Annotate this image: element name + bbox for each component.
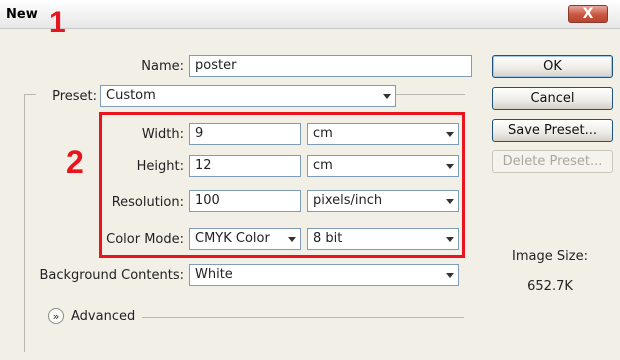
advanced-label[interactable]: Advanced [71, 309, 135, 325]
ok-button[interactable]: OK [492, 55, 613, 78]
chevron-down-icon [446, 273, 454, 278]
image-size-value: 652.7K [527, 279, 573, 294]
highlight-box [99, 112, 465, 258]
delete-preset-button: Delete Preset... [492, 150, 613, 173]
annotation-number-2: 2 [66, 144, 84, 180]
preset-value: Custom [106, 88, 156, 103]
name-label: Name: [141, 59, 184, 74]
preset-dropdown[interactable]: Custom [100, 85, 396, 107]
dialog-title: New [6, 7, 38, 22]
advanced-divider [142, 317, 464, 318]
save-preset-button[interactable]: Save Preset... [492, 119, 613, 142]
title-bar: New X [0, 0, 620, 29]
cancel-button[interactable]: Cancel [492, 87, 613, 110]
background-contents-value: White [195, 267, 233, 282]
preset-label: Preset: [36, 89, 100, 105]
background-contents-dropdown[interactable]: White [189, 264, 459, 286]
image-size-label: Image Size: [512, 249, 588, 264]
close-icon: X [582, 6, 594, 22]
name-input[interactable]: poster [189, 55, 472, 77]
double-chevron-down-icon: » [52, 310, 60, 323]
advanced-toggle[interactable]: » [48, 308, 64, 324]
chevron-down-icon [383, 94, 391, 99]
close-button[interactable]: X [568, 5, 608, 23]
annotation-number-1: 1 [49, 6, 66, 39]
new-document-dialog: New X 1 Name: poster Preset: Custom Widt… [0, 0, 620, 360]
background-contents-label: Background Contents: [39, 268, 184, 283]
